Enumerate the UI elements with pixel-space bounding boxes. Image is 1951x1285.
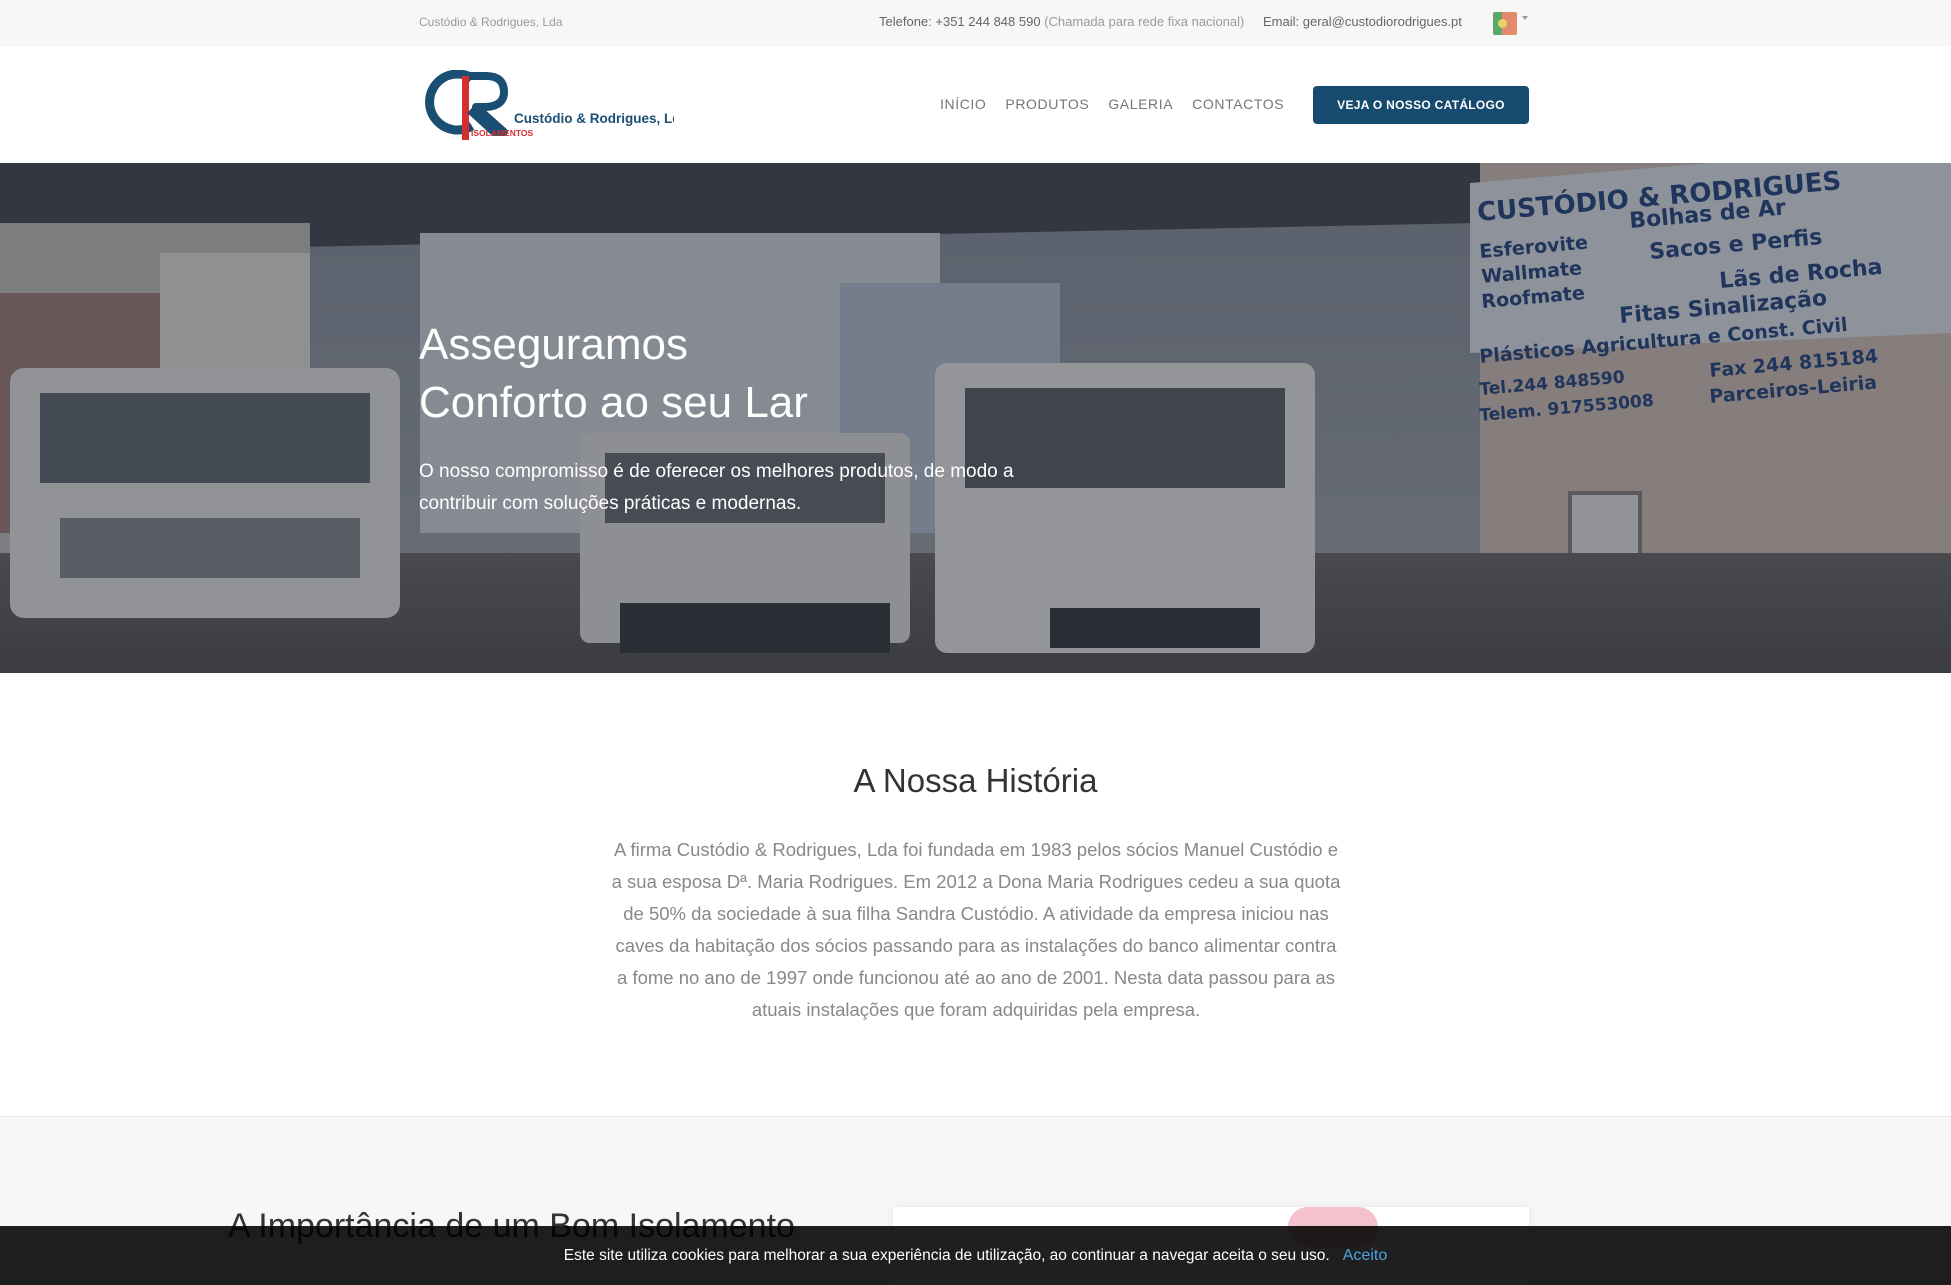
hero-banner: CUSTÓDIO & RODRIGUES Esferovite Bolhas d…: [0, 163, 1951, 673]
phone-note: (Chamada para rede fixa nacional): [1044, 14, 1245, 29]
company-name: Custódio & Rodrigues, Lda: [419, 15, 563, 29]
site-header: Custódio & Rodrigues, Lda ISOLAMENTOS IN…: [0, 47, 1951, 163]
email-link[interactable]: Email: geral@custodiorodrigues.pt: [1263, 14, 1462, 29]
logo-tagline: ISOLAMENTOS: [471, 128, 534, 138]
phone-label[interactable]: Telefone: +351 244 848 590: [879, 14, 1041, 29]
cookie-message: Este site utiliza cookies para melhorar …: [563, 1246, 1330, 1264]
main-nav: INÍCIO PRODUTOS GALERIA CONTACTOS: [940, 96, 1284, 112]
top-bar: Custódio & Rodrigues, Lda Telefone: +351…: [0, 0, 1951, 47]
catalog-button[interactable]: VEJA O NOSSO CATÁLOGO: [1313, 86, 1529, 124]
hero-description: O nosso compromisso é de oferecer os mel…: [419, 461, 1014, 514]
nav-item-contactos[interactable]: CONTACTOS: [1192, 96, 1284, 112]
nav-item-galeria[interactable]: GALERIA: [1108, 96, 1173, 112]
cookie-accept-link[interactable]: Aceito: [1343, 1247, 1387, 1265]
company-logo[interactable]: Custódio & Rodrigues, Lda ISOLAMENTOS: [424, 70, 674, 140]
hero-title-line2: Conforto ao seu Lar: [419, 378, 808, 427]
nav-item-produtos[interactable]: PRODUTOS: [1005, 96, 1089, 112]
phone-info[interactable]: Telefone: +351 244 848 590 (Chamada para…: [879, 14, 1244, 29]
chevron-down-icon[interactable]: [1522, 16, 1528, 20]
cookie-bar: Este site utiliza cookies para melhorar …: [0, 1226, 1951, 1285]
nav-item-inicio[interactable]: INÍCIO: [940, 96, 986, 112]
logo-name: Custódio & Rodrigues, Lda: [514, 111, 674, 126]
portugal-flag-icon[interactable]: [1493, 12, 1517, 35]
hero-title: Asseguramos Conforto ao seu Lar: [419, 316, 1119, 432]
history-text: A firma Custódio & Rodrigues, Lda foi fu…: [611, 839, 1341, 1020]
history-title: A Nossa História: [853, 762, 1098, 799]
hero-title-line1: Asseguramos: [419, 320, 689, 369]
